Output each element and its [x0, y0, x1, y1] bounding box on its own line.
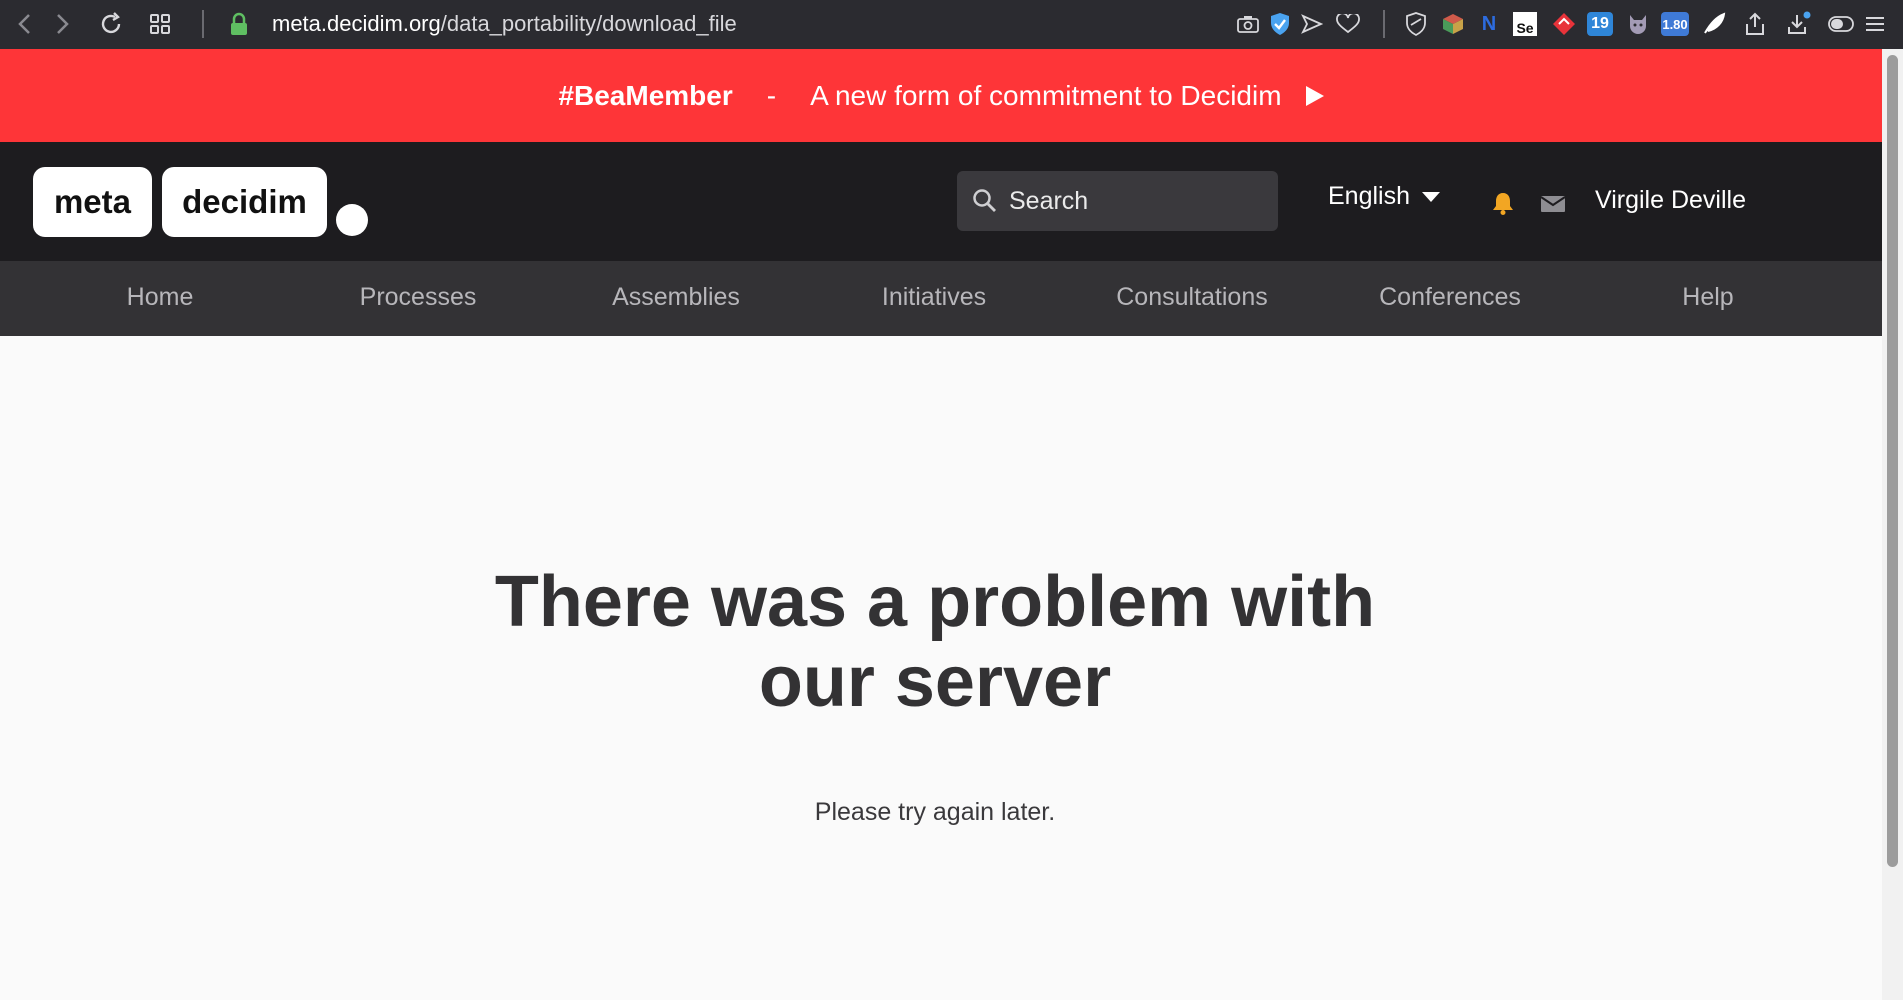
- caret-down-icon: [1422, 191, 1440, 202]
- promo-banner[interactable]: #BeaMember - A new form of commitment to…: [0, 49, 1882, 142]
- play-icon[interactable]: [1305, 85, 1324, 106]
- nav-item-processes[interactable]: Processes: [360, 283, 477, 312]
- toggle-icon[interactable]: [1827, 10, 1855, 38]
- shield-icon[interactable]: [1402, 10, 1430, 38]
- se-extension-icon[interactable]: Se: [1513, 12, 1537, 36]
- url-path: /data_portability/download_file: [440, 11, 737, 36]
- page-scrollbar[interactable]: [1882, 49, 1903, 1000]
- banner-text[interactable]: A new form of commitment to Decidim: [810, 80, 1281, 112]
- banner-hashtag[interactable]: #BeaMember: [558, 80, 732, 112]
- scrollbar-thumb[interactable]: [1887, 55, 1898, 867]
- nav-item-consultations[interactable]: Consultations: [1116, 283, 1267, 312]
- share-icon[interactable]: [1741, 10, 1769, 38]
- menu-icon[interactable]: [1861, 10, 1889, 38]
- logo-meta[interactable]: meta: [33, 167, 152, 237]
- speed-extension-icon[interactable]: 1.80: [1661, 12, 1689, 36]
- cat-extension-icon[interactable]: [1624, 10, 1652, 38]
- toolbar-separator-2: [1383, 10, 1385, 38]
- forward-icon[interactable]: [47, 9, 77, 39]
- url-host: meta.decidim.org: [272, 11, 441, 36]
- tabs-grid-icon[interactable]: [145, 9, 175, 39]
- nav-item-conferences[interactable]: Conferences: [1379, 283, 1521, 312]
- language-label: English: [1328, 182, 1410, 210]
- lock-icon[interactable]: [224, 9, 254, 39]
- address-bar[interactable]: meta.decidim.org/data_portability/downlo…: [272, 8, 737, 40]
- nav-item-home[interactable]: Home: [127, 283, 194, 312]
- toolbar-separator: [202, 10, 204, 38]
- error-title-text: There was a problem with our server: [494, 562, 1376, 722]
- feather-icon[interactable]: [1700, 10, 1728, 38]
- error-title: There was a problem with our server: [0, 562, 1870, 722]
- banner-separator: -: [766, 79, 777, 111]
- n-extension-icon[interactable]: N: [1475, 10, 1503, 38]
- mail-icon[interactable]: [1540, 194, 1566, 214]
- logo-decidim[interactable]: decidim: [162, 167, 327, 237]
- error-message: Please try again later.: [814, 798, 1056, 826]
- browser-toolbar: meta.decidim.org/data_portability/downlo…: [0, 0, 1903, 49]
- user-menu[interactable]: Virgile Deville: [1595, 186, 1746, 215]
- language-selector[interactable]: English: [1328, 182, 1440, 211]
- diamond-extension-icon[interactable]: [1550, 10, 1578, 38]
- reload-icon[interactable]: [96, 9, 126, 39]
- search-placeholder: Search: [1009, 186, 1089, 215]
- main-content: There was a problem with our server Plea…: [0, 336, 1882, 1000]
- site-header: meta decidim Search English Virgile Devi…: [0, 142, 1882, 261]
- send-icon[interactable]: [1298, 10, 1326, 38]
- back-icon[interactable]: [10, 9, 40, 39]
- nav-item-help[interactable]: Help: [1682, 283, 1733, 312]
- shield-check-icon[interactable]: [1266, 10, 1294, 38]
- bell-icon[interactable]: [1490, 190, 1516, 216]
- camera-icon[interactable]: [1234, 10, 1262, 38]
- counter-extension-icon[interactable]: 19: [1587, 12, 1613, 36]
- nav-item-initiatives[interactable]: Initiatives: [882, 283, 986, 312]
- cube-icon[interactable]: [1439, 10, 1467, 38]
- search-icon: [973, 189, 996, 212]
- logo-dot: [336, 204, 368, 236]
- download-icon[interactable]: [1785, 10, 1813, 38]
- search-input[interactable]: Search: [957, 171, 1278, 231]
- nav-item-assemblies[interactable]: Assemblies: [612, 283, 740, 312]
- heart-icon[interactable]: [1334, 10, 1362, 38]
- main-nav: Home Processes Assemblies Initiatives Co…: [0, 261, 1882, 336]
